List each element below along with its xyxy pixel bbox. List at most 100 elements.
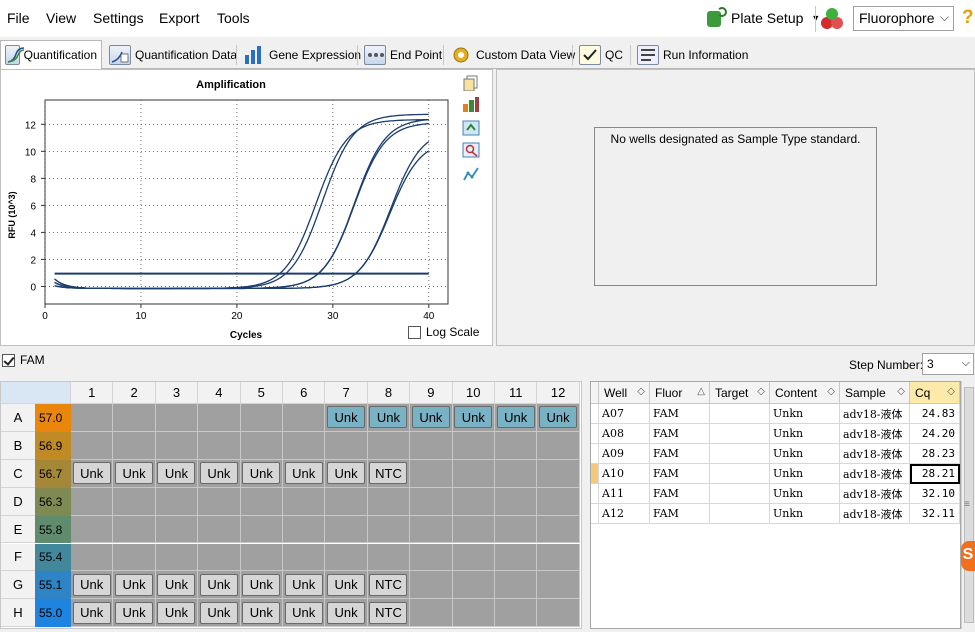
plate-well[interactable] <box>283 487 326 516</box>
plate-well[interactable] <box>452 431 495 460</box>
row-header[interactable]: D <box>1 487 35 516</box>
plate-well[interactable]: Unk <box>283 599 326 628</box>
sort-icon[interactable]: ◇ <box>947 386 955 397</box>
table-cell-target[interactable] <box>710 404 770 424</box>
plate-well[interactable] <box>410 515 453 544</box>
plate-well[interactable] <box>367 515 411 544</box>
column-header-fluor[interactable]: Fluor △ <box>650 382 710 404</box>
plate-corner[interactable] <box>1 382 71 404</box>
table-cell-well[interactable]: A11 <box>599 484 650 504</box>
plate-well[interactable]: Unk <box>71 459 114 488</box>
plate-well[interactable]: Unk <box>71 599 114 628</box>
step-number-select[interactable]: 3 ⌵ <box>922 353 974 375</box>
column-header[interactable]: 6 <box>283 382 326 404</box>
column-header[interactable]: 12 <box>537 382 580 404</box>
plate-well[interactable] <box>240 515 283 544</box>
plate-well[interactable]: Unk <box>495 404 538 432</box>
plate-well[interactable] <box>155 543 199 572</box>
sort-icon[interactable]: ◇ <box>827 386 835 397</box>
plate-well[interactable]: Unk <box>240 459 283 488</box>
table-cell-sample[interactable]: adv18-液体 <box>840 464 910 484</box>
plate-well[interactable] <box>410 571 453 600</box>
plate-well[interactable] <box>283 515 326 544</box>
tab-qc[interactable]: QC <box>575 40 627 69</box>
plate-well[interactable] <box>113 515 156 544</box>
table-cell-fluor[interactable]: FAM <box>650 424 710 444</box>
table-cell-sample[interactable]: adv18-液体 <box>840 504 910 524</box>
plate-well[interactable] <box>537 543 580 572</box>
plate-well[interactable] <box>367 487 411 516</box>
plate-well[interactable] <box>240 487 283 516</box>
row-header[interactable]: A <box>1 404 35 432</box>
column-header[interactable]: 8 <box>367 382 411 404</box>
menu-settings[interactable]: Settings <box>93 10 144 26</box>
row-header[interactable]: E <box>1 515 35 544</box>
plate-well[interactable] <box>325 431 368 460</box>
curve-fit-icon[interactable] <box>462 166 480 182</box>
plate-well[interactable] <box>283 404 326 432</box>
plate-well[interactable]: Unk <box>198 459 241 488</box>
plate-well[interactable] <box>452 543 495 572</box>
plate-well[interactable]: Unk <box>537 404 580 432</box>
table-cell-cq[interactable]: 24.20 <box>910 424 960 444</box>
fluorophore-color-icon[interactable] <box>821 7 845 31</box>
plate-well[interactable] <box>537 431 580 460</box>
plate-well[interactable] <box>71 487 114 516</box>
plate-well[interactable] <box>240 431 283 460</box>
menu-file[interactable]: File <box>7 10 30 26</box>
table-cell-sample[interactable]: adv18-液体 <box>840 424 910 444</box>
plate-well[interactable]: NTC <box>367 571 411 600</box>
plate-well[interactable] <box>155 487 199 516</box>
column-header[interactable]: 5 <box>240 382 283 404</box>
row-header[interactable]: G <box>1 571 35 600</box>
plate-well[interactable] <box>283 543 326 572</box>
plate-well[interactable] <box>198 431 241 460</box>
plate-well[interactable] <box>113 543 156 572</box>
plate-well[interactable]: NTC <box>367 599 411 628</box>
plate-well[interactable]: Unk <box>325 571 368 600</box>
plate-well[interactable]: Unk <box>113 571 156 600</box>
plate-well[interactable] <box>410 487 453 516</box>
fam-filter-toggle[interactable]: FAM <box>2 353 45 367</box>
table-cell-well[interactable]: A09 <box>599 444 650 464</box>
plate-well[interactable]: Unk <box>155 459 199 488</box>
plate-well[interactable] <box>537 599 580 628</box>
table-cell-target[interactable] <box>710 484 770 504</box>
plate-well[interactable] <box>240 404 283 432</box>
plate-well[interactable]: Unk <box>325 404 368 432</box>
help-icon[interactable]: ? <box>962 7 974 29</box>
tab-run-information[interactable]: Run Information <box>633 40 752 69</box>
plate-well[interactable] <box>325 543 368 572</box>
plate-well[interactable] <box>537 571 580 600</box>
plate-well[interactable] <box>452 571 495 600</box>
menu-view[interactable]: View <box>46 10 76 26</box>
plate-well[interactable] <box>452 599 495 628</box>
sort-icon[interactable]: ◇ <box>637 386 645 397</box>
plate-well[interactable] <box>198 404 241 432</box>
fam-checkbox[interactable] <box>2 353 15 367</box>
plate-well[interactable] <box>367 543 411 572</box>
row-indicator[interactable] <box>591 504 599 524</box>
plate-well[interactable] <box>537 487 580 516</box>
table-cell-content[interactable]: Unkn <box>770 444 840 464</box>
plate-well[interactable]: Unk <box>240 571 283 600</box>
column-header-sample[interactable]: Sample ◇ <box>840 382 910 404</box>
plate-well[interactable] <box>495 487 538 516</box>
plate-well[interactable] <box>155 431 199 460</box>
table-cell-target[interactable] <box>710 464 770 484</box>
log-scale-checkbox[interactable] <box>408 325 421 339</box>
row-indicator[interactable] <box>591 464 599 484</box>
plate-well[interactable] <box>410 459 453 488</box>
plate-well[interactable]: Unk <box>71 571 114 600</box>
plate-well[interactable] <box>71 515 114 544</box>
plate-well[interactable] <box>155 404 199 432</box>
plate-well[interactable] <box>113 487 156 516</box>
table-cell-content[interactable]: Unkn <box>770 484 840 504</box>
tab-custom-data-view[interactable]: Custom Data View <box>446 40 579 69</box>
column-header[interactable]: 11 <box>495 382 538 404</box>
plate-well[interactable] <box>240 543 283 572</box>
plate-well[interactable] <box>283 431 326 460</box>
plate-well[interactable]: Unk <box>198 599 241 628</box>
plate-well[interactable]: Unk <box>113 599 156 628</box>
table-cell-fluor[interactable]: FAM <box>650 504 710 524</box>
